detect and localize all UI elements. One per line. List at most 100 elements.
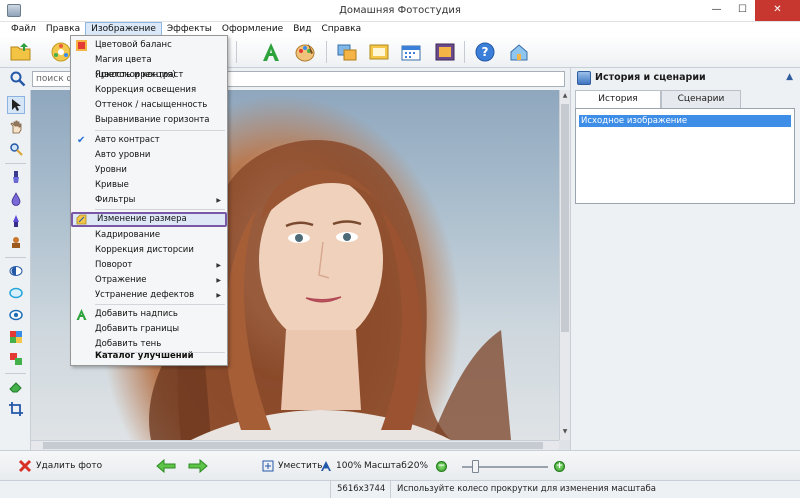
zoom-100-button[interactable]: 100% <box>320 459 362 473</box>
menu-item-resize[interactable]: Изменение размера <box>71 212 227 227</box>
scroll-up-icon[interactable]: ▲ <box>561 92 569 99</box>
toolbar-separator <box>326 41 327 63</box>
menu-separator <box>95 130 225 131</box>
zoom-out-icon[interactable]: − <box>436 461 447 472</box>
minimize-button[interactable]: — <box>703 0 730 21</box>
clone-brush-icon[interactable] <box>7 168 25 186</box>
list-item[interactable]: Исходное изображение <box>579 115 791 127</box>
menu-item-label: Добавить надпись <box>95 309 178 319</box>
color-squares-icon[interactable] <box>7 328 25 346</box>
menu-design[interactable]: Оформление <box>217 22 288 36</box>
collapse-arrow-icon[interactable]: ▲ <box>786 72 793 82</box>
history-panel: История и сценарии ▲ История действий Сц… <box>570 68 800 450</box>
status-hint: Используйте колесо прокрутки для изменен… <box>390 481 800 498</box>
scroll-down-icon[interactable]: ▼ <box>561 428 569 435</box>
help-icon[interactable]: ? <box>472 39 498 65</box>
menu-separator <box>95 209 225 210</box>
color-balance-icon <box>76 40 87 51</box>
postcard-icon[interactable] <box>432 39 458 65</box>
menu-item-crop[interactable]: Кадрирование <box>71 228 227 243</box>
arrow-right-icon <box>188 459 208 473</box>
scroll-thumb[interactable] <box>43 442 543 449</box>
menu-item-horizon[interactable]: Выравнивание горизонта <box>71 113 227 128</box>
zoom-in-icon[interactable]: + <box>554 461 565 472</box>
drop-tool-icon[interactable] <box>7 190 25 208</box>
frame-icon[interactable] <box>366 39 392 65</box>
menu-item-label: Изменение размера <box>97 214 187 224</box>
menu-file[interactable]: Файл <box>6 22 41 36</box>
menu-image[interactable]: Изображение <box>85 22 162 36</box>
menu-item-auto-contrast[interactable]: ✔ Авто контраст <box>71 133 227 148</box>
menu-item-label: Оттенок / насыщенность <box>95 100 208 110</box>
redeye-tool-icon[interactable] <box>7 306 25 324</box>
scale-value: 20% <box>408 461 429 471</box>
menu-item-defects[interactable]: Устранение дефектов ▶ <box>71 288 227 303</box>
eraser-tool-icon[interactable] <box>7 378 25 396</box>
crop-tool-icon[interactable] <box>7 400 25 418</box>
menu-item-hue-saturation[interactable]: Оттенок / насыщенность <box>71 98 227 113</box>
menu-item-flip[interactable]: Отражение ▶ <box>71 273 227 288</box>
menu-item-add-text[interactable]: Добавить надпись <box>71 307 227 322</box>
menu-item-curves[interactable]: Кривые <box>71 178 227 193</box>
horizontal-scrollbar[interactable] <box>31 440 559 450</box>
scale-label: Масштаб: <box>364 461 410 471</box>
search-icon[interactable] <box>10 71 26 87</box>
zoom-slider-thumb[interactable] <box>472 460 479 473</box>
delete-photo-button[interactable]: Удалить фото <box>18 459 102 473</box>
menu-effects[interactable]: Эффекты <box>162 22 217 36</box>
menu-item-label: Устранение дефектов <box>95 290 195 300</box>
calendar-icon[interactable] <box>398 39 424 65</box>
image-dimensions: 5616x3744 <box>330 481 390 498</box>
menu-item-label: Авто контраст <box>95 135 160 145</box>
next-photo-button[interactable] <box>188 459 208 473</box>
menu-item-levels[interactable]: Уровни <box>71 163 227 178</box>
menu-item-label: Уровни <box>95 165 127 175</box>
menu-item-color-magic[interactable]: Магия цвета (цветокоррекция) <box>71 53 227 80</box>
menu-edit[interactable]: Правка <box>41 22 85 36</box>
menu-item-color-balance[interactable]: Цветовой баланс <box>71 38 227 53</box>
menu-item-brightness-contrast[interactable]: Яркость и контраст <box>71 68 227 83</box>
collage-icon[interactable] <box>334 39 360 65</box>
menu-item-label: Кадрирование <box>95 230 161 240</box>
tab-scenarios[interactable]: Сценарии <box>661 90 741 108</box>
menu-item-label: Выравнивание горизонта <box>95 115 210 125</box>
mosaic-tool-icon[interactable] <box>7 350 25 368</box>
menu-bar: Файл Правка Изображение Эффекты Оформлен… <box>0 22 800 36</box>
open-folder-icon[interactable] <box>8 39 34 65</box>
tab-history[interactable]: История действий <box>575 90 661 121</box>
menu-item-filters[interactable]: Фильтры ▶ <box>71 193 227 208</box>
menu-item-add-borders[interactable]: Добавить границы <box>71 322 227 337</box>
checkmark-icon: ✔ <box>77 135 86 146</box>
stamp-tool-icon[interactable] <box>7 234 25 252</box>
menu-item-label: Кривые <box>95 180 129 190</box>
menu-item-lighting[interactable]: Коррекция освещения <box>71 83 227 98</box>
fit-button[interactable]: Уместить <box>262 459 322 473</box>
menu-help[interactable]: Справка <box>316 22 366 36</box>
menu-item-label: Отражение <box>95 275 147 285</box>
ellipse-tool-icon[interactable] <box>7 284 25 302</box>
hand-tool-icon[interactable] <box>7 118 25 136</box>
fit-label: Уместить <box>278 461 323 471</box>
half-circle-tool-icon[interactable] <box>7 262 25 280</box>
prev-photo-button[interactable] <box>156 459 176 473</box>
menu-view[interactable]: Вид <box>288 22 316 36</box>
sharpen-tool-icon[interactable] <box>7 212 25 230</box>
menu-item-rotate[interactable]: Поворот ▶ <box>71 258 227 273</box>
maximize-button[interactable]: ☐ <box>729 0 756 21</box>
scroll-thumb[interactable] <box>561 104 569 332</box>
menu-item-distortion[interactable]: Коррекция дисторсии <box>71 243 227 258</box>
menu-item-auto-levels[interactable]: Авто уровни <box>71 148 227 163</box>
home-icon[interactable] <box>506 39 532 65</box>
pointer-tool-icon[interactable] <box>7 96 25 114</box>
palette-icon[interactable] <box>292 39 318 65</box>
text-a-icon <box>76 309 87 320</box>
menu-item-label: Коррекция освещения <box>95 85 197 95</box>
zoom-tool-icon[interactable] <box>7 140 25 158</box>
vertical-scrollbar[interactable]: ▲ ▼ <box>559 90 570 440</box>
svg-text:?: ? <box>482 45 489 59</box>
close-button[interactable]: ✕ <box>755 0 800 21</box>
submenu-arrow-icon: ▶ <box>216 197 221 204</box>
text-a-icon[interactable] <box>258 39 284 65</box>
menu-item-catalog[interactable]: Каталог улучшений <box>71 349 227 364</box>
menu-item-label: Авто уровни <box>95 150 151 160</box>
